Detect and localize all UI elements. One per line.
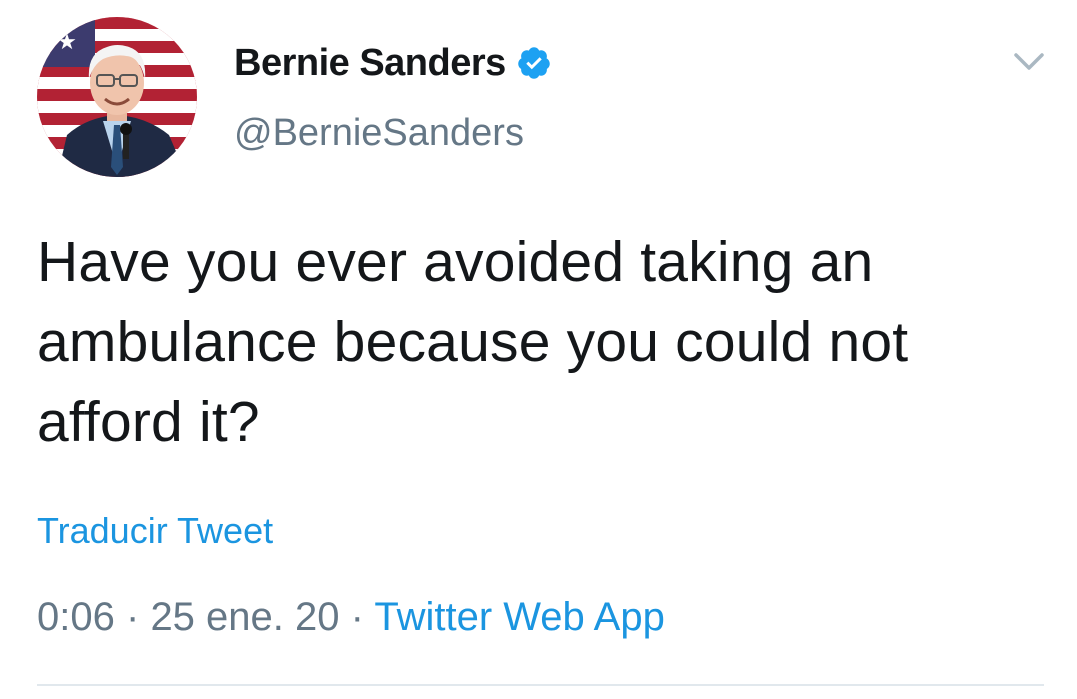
divider — [37, 684, 1044, 686]
avatar[interactable]: ★ — [37, 17, 197, 177]
tweet-metadata: 0:06 · 25 ene. 20 · Twitter Web App — [37, 595, 665, 640]
svg-text:★: ★ — [57, 30, 77, 55]
author-name-row[interactable]: Bernie Sanders — [234, 38, 552, 88]
tweet-time[interactable]: 0:06 — [37, 595, 115, 639]
meta-separator: · — [350, 595, 364, 639]
tweet-card: ★ Bernie Sanders @BernieSanders Have you… — [0, 0, 1077, 699]
tweet-text: Have you ever avoided taking an ambulanc… — [37, 230, 909, 454]
verified-badge-icon — [516, 45, 552, 81]
meta-separator: · — [125, 595, 140, 639]
user-handle[interactable]: @BernieSanders — [234, 112, 524, 155]
tweet-source-link[interactable]: Twitter Web App — [374, 595, 665, 639]
display-name[interactable]: Bernie Sanders — [234, 42, 506, 85]
translate-tweet-link[interactable]: Traducir Tweet — [37, 510, 273, 552]
tweet-date[interactable]: 25 ene. 20 — [150, 595, 339, 639]
chevron-down-icon[interactable] — [1010, 46, 1048, 76]
